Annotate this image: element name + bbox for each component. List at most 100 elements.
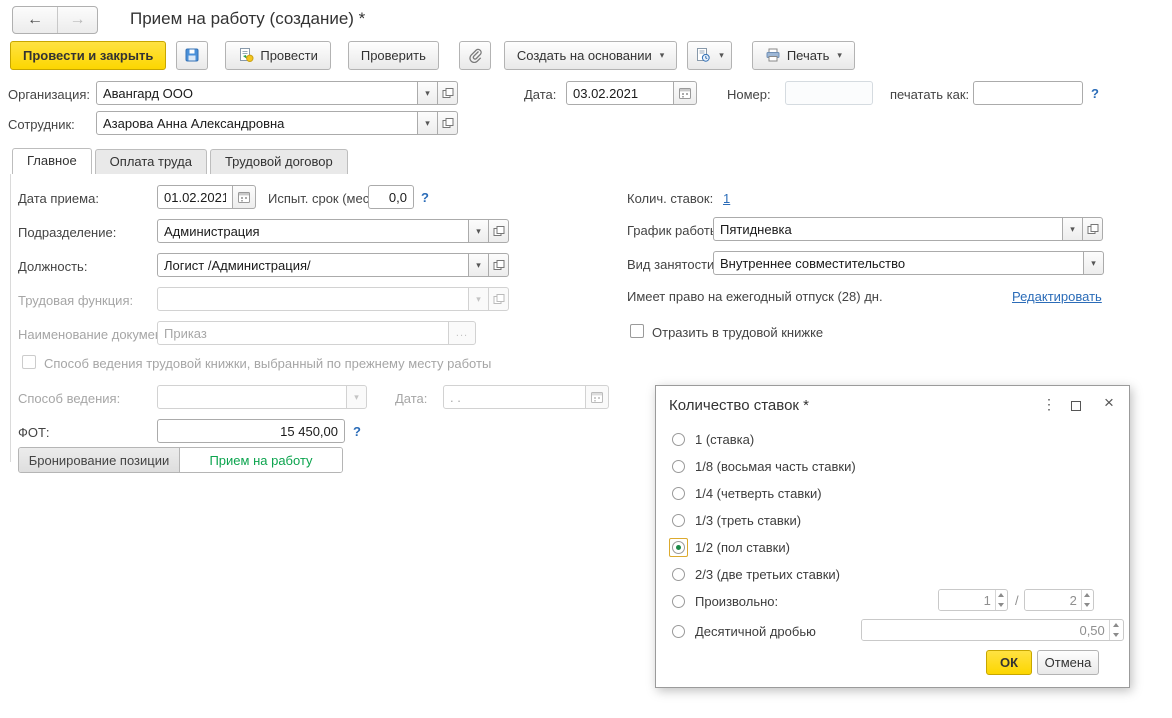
employee-field: ▾ xyxy=(96,111,458,135)
reflect-workbook-checkbox[interactable] xyxy=(630,324,644,338)
calendar-icon[interactable] xyxy=(232,185,256,209)
radio-icon[interactable] xyxy=(672,487,685,500)
chevron-down-icon[interactable]: ▾ xyxy=(1062,217,1083,241)
periodic-documents-button[interactable]: ▾ xyxy=(687,41,732,70)
chevron-down-icon: ▾ xyxy=(468,287,489,311)
print-as-input[interactable] xyxy=(973,81,1083,105)
open-list-icon[interactable] xyxy=(437,111,458,135)
date-label: Дата: xyxy=(524,87,556,102)
rate-count-link[interactable]: 1 xyxy=(723,191,730,206)
rate-count-label: Колич. ставок: xyxy=(627,191,713,206)
chevron-down-icon: ▾ xyxy=(719,50,724,61)
radio-icon[interactable] xyxy=(672,514,685,527)
help-icon[interactable]: ? xyxy=(1091,86,1099,101)
chevron-down-icon[interactable]: ▾ xyxy=(468,253,489,277)
option-label: Десятичной дробью xyxy=(695,624,816,639)
option-row[interactable]: 1 (ставка) xyxy=(669,430,754,449)
workbook-method-checkbox xyxy=(22,355,36,369)
denominator-input[interactable] xyxy=(1025,590,1081,610)
post-document-icon xyxy=(238,47,254,63)
ok-button[interactable]: ОК xyxy=(986,650,1032,675)
position-input[interactable] xyxy=(157,253,469,277)
schedule-label: График работы: xyxy=(627,223,723,238)
edit-vacation-link[interactable]: Редактировать xyxy=(1012,289,1102,304)
radio-icon[interactable] xyxy=(672,460,685,473)
save-button[interactable] xyxy=(176,41,208,70)
employee-label: Сотрудник: xyxy=(8,117,75,132)
calendar-icon[interactable] xyxy=(673,81,697,105)
schedule-field: ▾ xyxy=(713,217,1103,241)
close-icon[interactable]: × xyxy=(1104,393,1114,413)
reserve-position-button[interactable]: Бронирование позиции xyxy=(19,448,179,472)
hire-date-input[interactable] xyxy=(157,185,233,209)
open-list-icon[interactable] xyxy=(488,219,509,243)
organization-input[interactable] xyxy=(96,81,418,105)
create-based-on-button[interactable]: Создать на основании ▾ xyxy=(504,41,677,70)
chevron-down-icon: ▾ xyxy=(660,50,665,61)
employment-field: ▾ xyxy=(713,251,1104,275)
doc-name-input xyxy=(157,321,449,345)
maximize-icon[interactable] xyxy=(1071,399,1081,414)
employment-input[interactable] xyxy=(713,251,1084,275)
spin-down-icon[interactable] xyxy=(996,600,1007,610)
print-button[interactable]: Печать ▾ xyxy=(752,41,855,70)
forward-icon[interactable]: → xyxy=(57,7,97,33)
option-row[interactable]: 2/3 (две третьих ставки) xyxy=(669,565,840,584)
radio-icon[interactable] xyxy=(672,433,685,446)
option-row[interactable]: 1/8 (восьмая часть ставки) xyxy=(669,457,856,476)
probation-input[interactable] xyxy=(368,185,414,209)
organization-label: Организация: xyxy=(8,87,90,102)
fot-input[interactable] xyxy=(157,419,345,443)
option-row[interactable]: 1/3 (треть ставки) xyxy=(669,511,801,530)
option-row[interactable]: Десятичной дробью xyxy=(669,622,816,641)
help-icon[interactable]: ? xyxy=(353,424,361,439)
attachments-button[interactable] xyxy=(459,41,491,70)
spin-down-icon[interactable] xyxy=(1110,630,1123,640)
spin-up-icon[interactable] xyxy=(996,590,1007,600)
tab-main[interactable]: Главное xyxy=(12,148,92,174)
post-button[interactable]: Провести xyxy=(225,41,331,70)
chevron-down-icon[interactable]: ▾ xyxy=(1083,251,1104,275)
radio-icon[interactable] xyxy=(672,595,685,608)
cancel-button[interactable]: Отмена xyxy=(1037,650,1099,675)
open-list-icon[interactable] xyxy=(437,81,458,105)
print-as-label: печатать как: xyxy=(890,87,969,102)
employee-input[interactable] xyxy=(96,111,418,135)
help-icon[interactable]: ? xyxy=(421,190,429,205)
option-row[interactable]: 1/2 (пол ставки) xyxy=(669,538,790,557)
keeping-method-field: ▾ xyxy=(157,385,367,409)
radio-icon[interactable] xyxy=(672,625,685,638)
post-and-close-button[interactable]: Провести и закрыть xyxy=(10,41,166,70)
decimal-input[interactable] xyxy=(862,620,1109,640)
more-menu-icon[interactable]: ⋮ xyxy=(1042,396,1056,413)
department-input[interactable] xyxy=(157,219,469,243)
spin-up-icon[interactable] xyxy=(1110,620,1123,630)
option-row[interactable]: 1/4 (четверть ставки) xyxy=(669,484,822,503)
probation-label: Испыт. срок (мес): xyxy=(268,191,377,206)
option-label: 2/3 (две третьих ставки) xyxy=(695,567,840,582)
radio-icon[interactable] xyxy=(672,541,685,554)
tab-salary[interactable]: Оплата труда xyxy=(95,149,207,174)
position-label: Должность: xyxy=(18,259,87,274)
decimal-stepper xyxy=(861,619,1124,641)
back-icon[interactable]: ← xyxy=(13,7,57,33)
schedule-input[interactable] xyxy=(713,217,1063,241)
chevron-down-icon[interactable]: ▾ xyxy=(417,111,438,135)
tab-contract[interactable]: Трудовой договор xyxy=(210,149,348,174)
open-list-icon[interactable] xyxy=(1082,217,1103,241)
fot-label: ФОТ: xyxy=(18,425,50,440)
spin-up-icon[interactable] xyxy=(1082,590,1093,600)
numerator-input[interactable] xyxy=(939,590,995,610)
spin-down-icon[interactable] xyxy=(1082,600,1093,610)
option-row[interactable]: Произвольно: xyxy=(669,592,778,611)
hire-button[interactable]: Прием на работу xyxy=(179,448,342,472)
chevron-down-icon[interactable]: ▾ xyxy=(468,219,489,243)
chevron-down-icon[interactable]: ▾ xyxy=(417,81,438,105)
radio-icon[interactable] xyxy=(672,568,685,581)
department-field: ▾ xyxy=(157,219,509,243)
open-list-icon[interactable] xyxy=(488,253,509,277)
save-icon xyxy=(184,47,200,63)
date-input[interactable] xyxy=(566,81,674,105)
check-button[interactable]: Проверить xyxy=(348,41,439,70)
position-field: ▾ xyxy=(157,253,509,277)
